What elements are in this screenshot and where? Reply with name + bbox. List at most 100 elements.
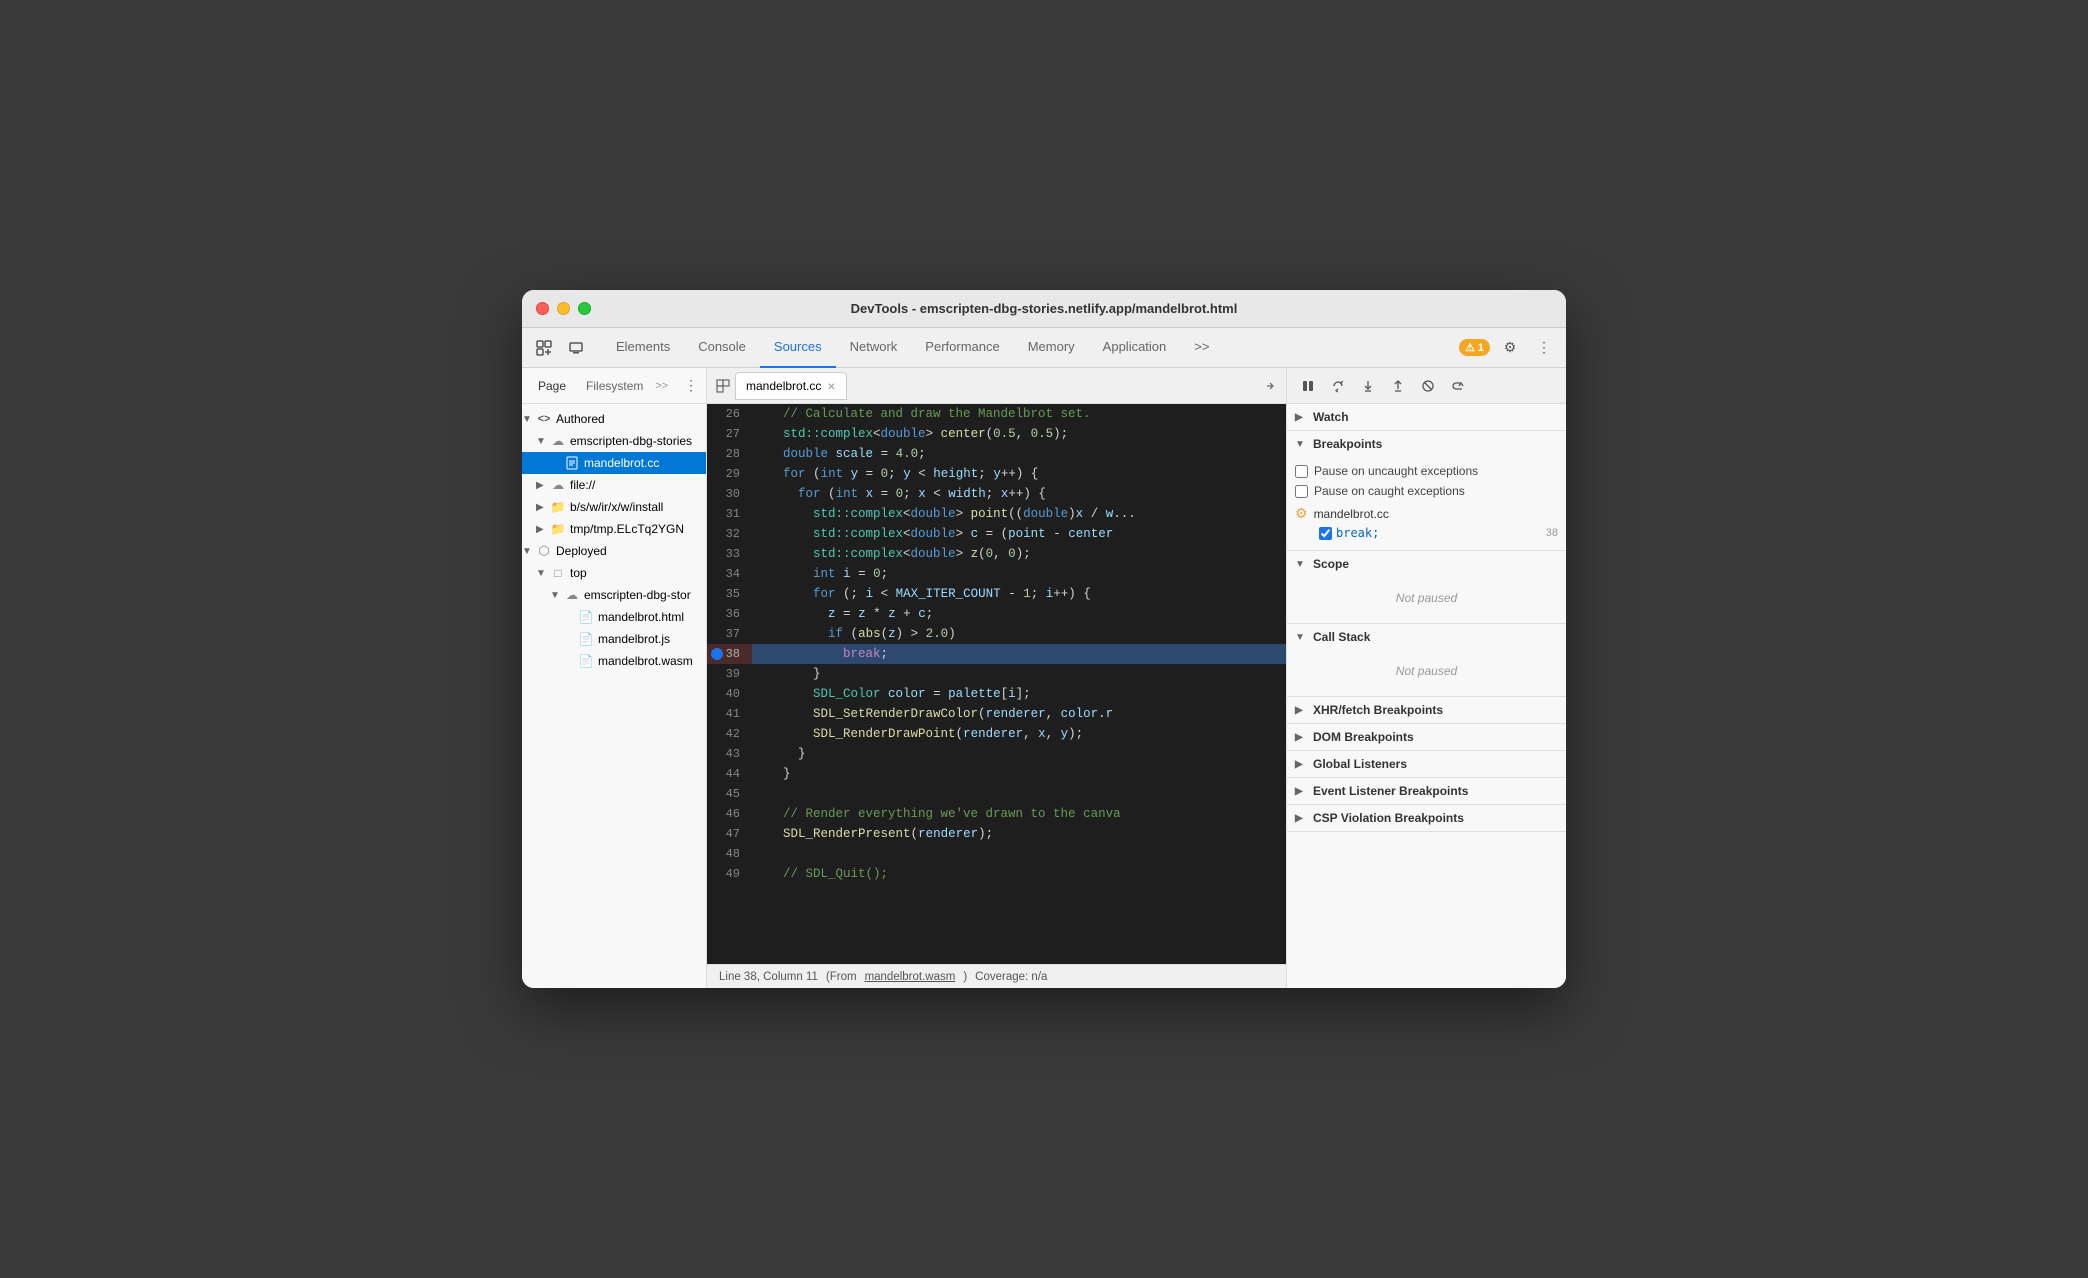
center-panel: mandelbrot.cc × 26 // Calculate and draw… (707, 368, 1286, 988)
device-icon[interactable] (562, 334, 590, 362)
file-html-icon: 📄 (578, 609, 594, 625)
status-from-file[interactable]: mandelbrot.wasm (865, 971, 956, 983)
breakpoint-item-checkbox[interactable] (1319, 527, 1332, 540)
code-line-34: 34 int i = 0; (707, 564, 1286, 584)
tree-deployed[interactable]: ▼ ⬡ Deployed (522, 540, 706, 562)
tree-label-mandelbrot-html: mandelbrot.html (598, 610, 684, 624)
right-panel-scroll[interactable]: ▶ Watch ▼ Breakpoints Pause on uncaught … (1287, 404, 1566, 988)
tree-label-tmp: tmp/tmp.ELcTq2YGN (570, 522, 684, 536)
line-num-43: 43 (707, 744, 752, 764)
call-stack-not-paused: Not paused (1295, 654, 1558, 688)
tree-emscripten-authored[interactable]: ▼ ☁ emscripten-dbg-stories (522, 430, 706, 452)
line-num-39: 39 (707, 664, 752, 684)
tab-filesystem[interactable]: Filesystem (578, 375, 651, 397)
line-num-38: 38 (707, 644, 752, 664)
minimize-button[interactable] (557, 302, 570, 315)
tab-memory[interactable]: Memory (1014, 328, 1089, 368)
section-watch-header[interactable]: ▶ Watch (1287, 404, 1566, 430)
scope-not-paused: Not paused (1295, 581, 1558, 615)
section-event-listener-header[interactable]: ▶ Event Listener Breakpoints (1287, 778, 1566, 804)
line-num-41: 41 (707, 704, 752, 724)
status-coverage: Coverage: n/a (975, 971, 1047, 983)
tree-mandelbrot-cc[interactable]: mandelbrot.cc (522, 452, 706, 474)
tree-mandelbrot-js[interactable]: 📄 mandelbrot.js (522, 628, 706, 650)
code-line-35: 35 for (; i < MAX_ITER_COUNT - 1; i++) { (707, 584, 1286, 604)
code-line-26: 26 // Calculate and draw the Mandelbrot … (707, 404, 1286, 424)
inspect-icon[interactable] (530, 334, 558, 362)
pause-uncaught-checkbox[interactable] (1295, 465, 1308, 478)
pause-caught-label: Pause on caught exceptions (1314, 484, 1465, 498)
step-over-button[interactable] (1325, 373, 1351, 399)
section-dom-header[interactable]: ▶ DOM Breakpoints (1287, 724, 1566, 750)
line-num-44: 44 (707, 764, 752, 784)
code-line-39: 39 } (707, 664, 1286, 684)
section-scope-header[interactable]: ▼ Scope (1287, 551, 1566, 577)
left-tabs-more[interactable]: >> (655, 380, 668, 392)
line-content-48 (752, 844, 1286, 864)
tree-mandelbrot-html[interactable]: 📄 mandelbrot.html (522, 606, 706, 628)
section-breakpoints-header[interactable]: ▼ Breakpoints (1287, 431, 1566, 457)
tab-elements[interactable]: Elements (602, 328, 684, 368)
pause-caught-checkbox[interactable] (1295, 485, 1308, 498)
tab-network[interactable]: Network (836, 328, 912, 368)
section-csp: ▶ CSP Violation Breakpoints (1287, 805, 1566, 832)
tab-more[interactable]: >> (1180, 328, 1223, 368)
csp-arrow: ▶ (1295, 813, 1307, 824)
tree-folder-bsw[interactable]: ▶ 📁 b/s/w/ir/x/w/install (522, 496, 706, 518)
settings-icon[interactable]: ⚙ (1496, 334, 1524, 362)
tab-left-button[interactable] (711, 374, 735, 398)
section-dom: ▶ DOM Breakpoints (1287, 724, 1566, 751)
warning-badge[interactable]: ⚠ 1 (1459, 339, 1490, 356)
tab-sources[interactable]: Sources (760, 328, 836, 368)
step-into-button[interactable] (1355, 373, 1381, 399)
left-panel-menu[interactable]: ⋮ (684, 377, 698, 394)
file-js-icon: 📄 (578, 631, 594, 647)
devtools-window: DevTools - emscripten-dbg-stories.netlif… (522, 290, 1566, 988)
tab-console[interactable]: Console (684, 328, 760, 368)
code-line-27: 27 std::complex<double> center(0.5, 0.5)… (707, 424, 1286, 444)
tab-application[interactable]: Application (1089, 328, 1181, 368)
line-content-44: } (752, 764, 1286, 784)
section-global-listeners-header[interactable]: ▶ Global Listeners (1287, 751, 1566, 777)
tab-collapse-button[interactable] (1258, 374, 1282, 398)
close-button[interactable] (536, 302, 549, 315)
window-title: DevTools - emscripten-dbg-stories.netlif… (851, 301, 1238, 316)
pause-resume-button[interactable] (1295, 373, 1321, 399)
breakpoint-file-name: mandelbrot.cc (1314, 507, 1389, 521)
tree-arrow-tmp: ▶ (536, 524, 550, 535)
tree-mandelbrot-wasm[interactable]: 📄 mandelbrot.wasm (522, 650, 706, 672)
file-tabs: mandelbrot.cc × (707, 368, 1286, 404)
tree-folder-tmp[interactable]: ▶ 📁 tmp/tmp.ELcTq2YGN (522, 518, 706, 540)
pause-uncaught-label: Pause on uncaught exceptions (1314, 464, 1478, 478)
file-wasm-icon: 📄 (578, 653, 594, 669)
section-csp-header[interactable]: ▶ CSP Violation Breakpoints (1287, 805, 1566, 831)
file-tab-mandelbrot-cc[interactable]: mandelbrot.cc × (735, 372, 847, 400)
deactivate-breakpoints-button[interactable] (1415, 373, 1441, 399)
section-xhr-header[interactable]: ▶ XHR/fetch Breakpoints (1287, 697, 1566, 723)
line-num-32: 32 (707, 524, 752, 544)
file-tab-close[interactable]: × (827, 378, 835, 394)
tab-page[interactable]: Page (530, 375, 574, 397)
tree-top[interactable]: ▼ □ top (522, 562, 706, 584)
breakpoint-item-row[interactable]: break; 38 (1295, 524, 1558, 542)
line-content-36: z = z * z + c; (752, 604, 1286, 624)
code-editor[interactable]: 26 // Calculate and draw the Mandelbrot … (707, 404, 1286, 964)
xhr-label: XHR/fetch Breakpoints (1313, 703, 1443, 717)
step-out-button[interactable] (1385, 373, 1411, 399)
code-line-30: 30 for (int x = 0; x < width; x++) { (707, 484, 1286, 504)
tab-performance[interactable]: Performance (911, 328, 1013, 368)
maximize-button[interactable] (578, 302, 591, 315)
tree-file-url[interactable]: ▶ ☁ file:// (522, 474, 706, 496)
return-button[interactable] (1445, 373, 1471, 399)
section-call-stack: ▼ Call Stack Not paused (1287, 624, 1566, 697)
tree-label-emscripten-deployed: emscripten-dbg-stor (584, 588, 691, 602)
tree-emscripten-deployed[interactable]: ▼ ☁ emscripten-dbg-stor (522, 584, 706, 606)
dom-label: DOM Breakpoints (1313, 730, 1414, 744)
code-line-31: 31 std::complex<double> point((double)x … (707, 504, 1286, 524)
section-call-stack-header[interactable]: ▼ Call Stack (1287, 624, 1566, 650)
pause-caught-row: Pause on caught exceptions (1295, 481, 1558, 501)
more-options-icon[interactable]: ⋮ (1530, 334, 1558, 362)
section-watch: ▶ Watch (1287, 404, 1566, 431)
code-line-47: 47 SDL_RenderPresent(renderer); (707, 824, 1286, 844)
tree-authored[interactable]: ▼ <> Authored (522, 408, 706, 430)
